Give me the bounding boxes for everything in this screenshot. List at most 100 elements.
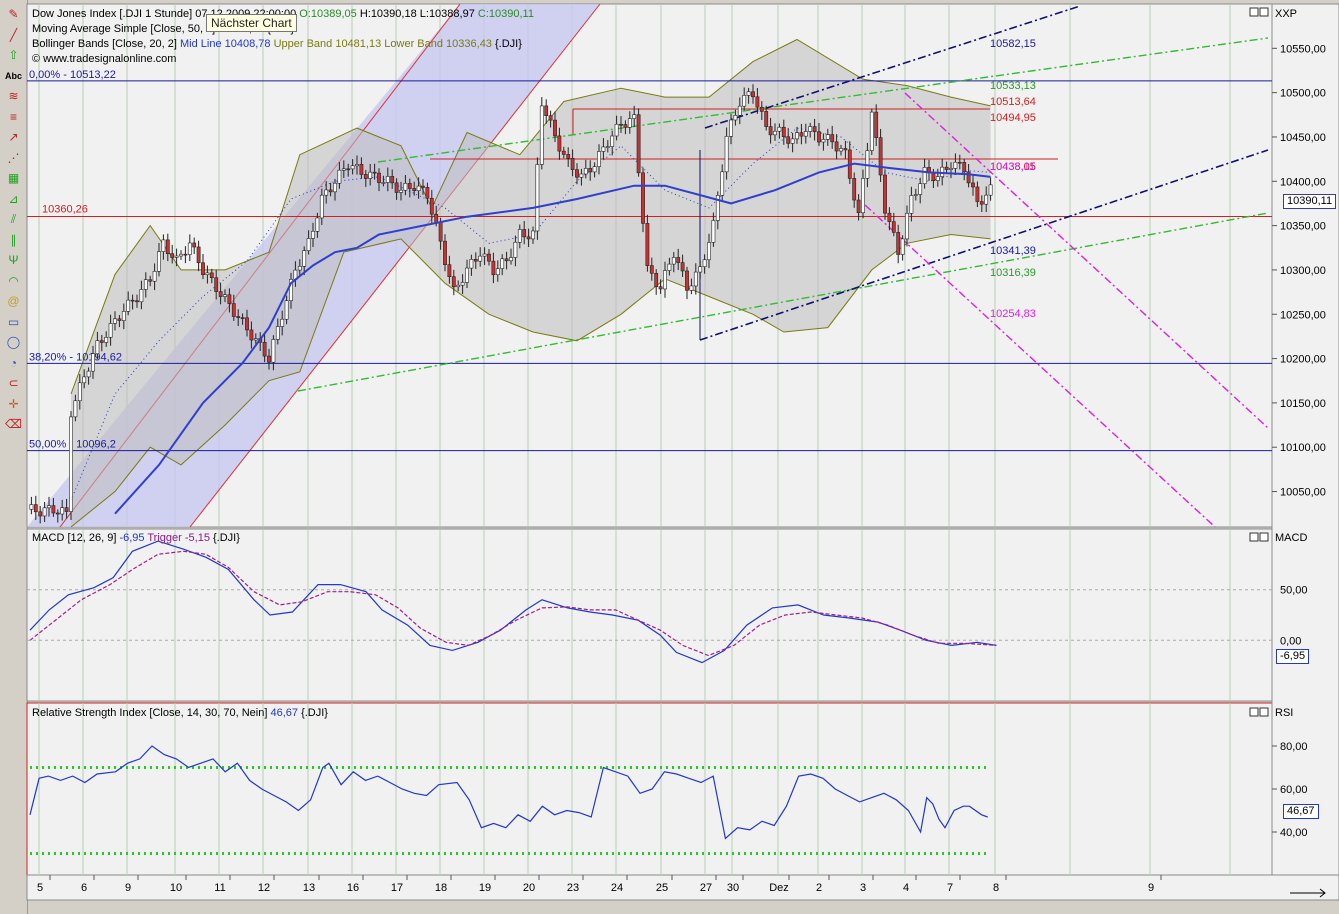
maximize-pane-button xyxy=(1249,532,1259,542)
candle xyxy=(513,241,518,258)
candle xyxy=(38,511,43,517)
candle xyxy=(152,271,157,282)
candle xyxy=(262,341,267,357)
candle xyxy=(359,164,364,175)
x-tick-label: 25 xyxy=(656,882,668,894)
candle xyxy=(231,303,236,317)
x-tick-label: 12 xyxy=(258,882,270,894)
candle xyxy=(729,119,733,137)
x-tick-label: 17 xyxy=(391,882,403,894)
y-tick-label: 10350,00 xyxy=(1280,221,1326,233)
candle xyxy=(42,507,47,517)
candle xyxy=(341,168,346,171)
x-tick-label: 13 xyxy=(303,882,315,894)
candle xyxy=(121,311,126,321)
rsi-last-box: 46,67 xyxy=(1283,804,1319,819)
candle xyxy=(922,167,927,185)
candle xyxy=(73,400,78,418)
candle xyxy=(588,168,593,173)
candle xyxy=(456,284,461,288)
maximize-pane-button xyxy=(1249,7,1259,17)
x-tick-label: 8 xyxy=(993,882,999,894)
candle xyxy=(685,270,689,291)
candle xyxy=(790,138,795,144)
x-tick-label: 3 xyxy=(860,882,866,894)
y-tick-label: 10500,00 xyxy=(1280,88,1326,100)
candle xyxy=(768,126,773,136)
candle xyxy=(275,326,280,340)
y-tick-label: 10200,00 xyxy=(1280,354,1326,366)
candle xyxy=(465,267,469,283)
bb-upper: Upper Band 10481,13 xyxy=(273,38,382,50)
ohlc-open: O:10389,05 xyxy=(299,8,357,20)
candle xyxy=(447,264,452,278)
candle xyxy=(183,253,188,256)
candle xyxy=(478,255,483,262)
candle xyxy=(575,169,579,178)
candle xyxy=(627,118,632,128)
candle xyxy=(957,161,962,164)
candle xyxy=(975,186,980,202)
candle xyxy=(517,229,522,243)
candle xyxy=(319,194,324,219)
candle xyxy=(579,173,584,178)
macd-trigger: Trigger -5,15 xyxy=(147,532,210,544)
candle xyxy=(544,105,549,116)
candle xyxy=(979,201,984,205)
candle xyxy=(473,259,478,262)
candle xyxy=(47,505,51,509)
candle xyxy=(891,221,896,233)
candle xyxy=(720,171,725,196)
candle xyxy=(504,258,509,262)
source-credit: © www.tradesignalonline.com xyxy=(32,53,177,65)
candle xyxy=(623,124,628,128)
candle xyxy=(843,148,848,151)
candle xyxy=(900,238,905,255)
candle xyxy=(55,512,60,515)
candle xyxy=(117,318,122,321)
maximize-pane-button xyxy=(1249,707,1259,717)
candle xyxy=(205,272,210,276)
bb-prefix: Bollinger Bands [Close, 20, 2] xyxy=(32,38,177,50)
candle xyxy=(487,253,491,262)
candle xyxy=(821,139,826,143)
candle xyxy=(174,255,179,258)
candle xyxy=(742,95,747,107)
candle xyxy=(570,158,575,170)
candle xyxy=(412,188,417,191)
macd-axis-title: MACD xyxy=(1275,532,1308,544)
candle xyxy=(808,126,813,132)
candle xyxy=(82,376,87,384)
candle xyxy=(896,232,901,255)
candle xyxy=(539,105,544,165)
x-tick-label: 20 xyxy=(523,882,535,894)
candle xyxy=(605,146,610,148)
candle xyxy=(834,141,839,152)
candle xyxy=(786,136,791,144)
candle xyxy=(394,182,399,193)
candle xyxy=(931,172,936,181)
candle xyxy=(460,282,465,286)
chart-area[interactable]: 5 6 9 10 11 12 13 16 17 18 19 20 23 24 25 27 30 Dez 2 3 4 7 8 9… xyxy=(0,0,1339,914)
candle xyxy=(522,229,527,238)
bb-mid: Mid Line 10408,78 xyxy=(179,38,271,50)
x-tick-label: Dez xyxy=(769,882,789,894)
candle xyxy=(451,276,456,288)
candle xyxy=(236,316,241,318)
candle xyxy=(676,257,681,263)
candle xyxy=(817,131,821,143)
candle xyxy=(108,323,113,338)
price-axis-title: XXP xyxy=(1275,8,1298,20)
trend-value-label: 10513,64 xyxy=(990,96,1036,108)
candle xyxy=(280,318,285,327)
candle xyxy=(227,294,232,304)
trend-value-label: 10254,83 xyxy=(990,308,1036,320)
candle xyxy=(680,262,685,272)
candle xyxy=(702,259,707,268)
rsi-tick-label: 40,00 xyxy=(1280,827,1308,839)
candle xyxy=(557,135,562,152)
candle xyxy=(469,259,474,269)
candle xyxy=(302,250,307,267)
candle xyxy=(434,213,439,223)
y-tick-label: 10050,00 xyxy=(1280,487,1326,499)
